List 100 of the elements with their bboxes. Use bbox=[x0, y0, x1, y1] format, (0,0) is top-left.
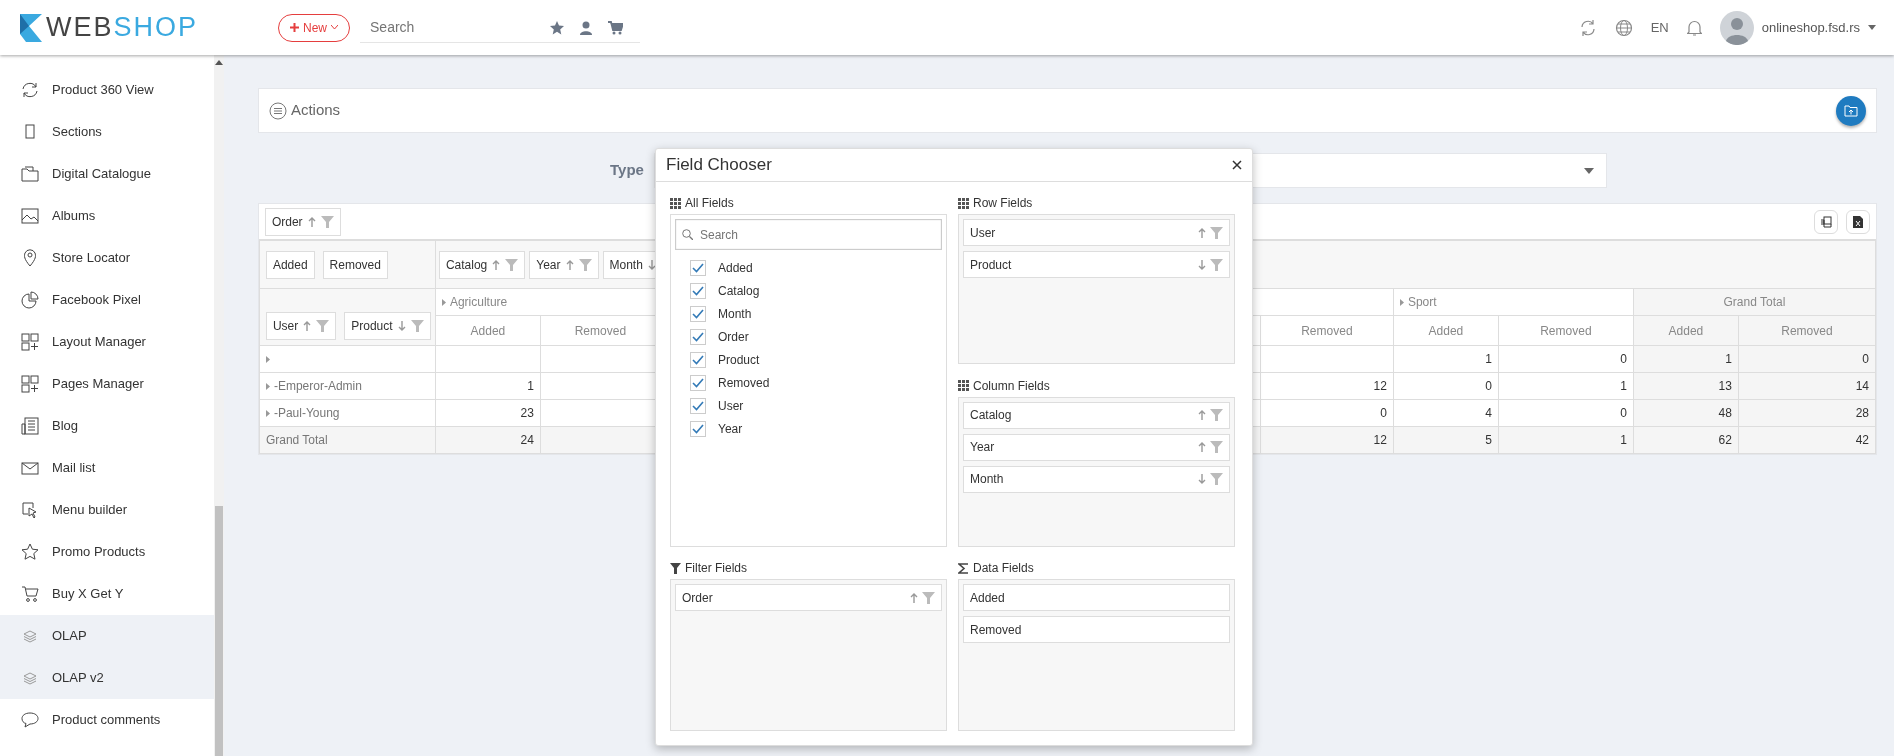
field-chip[interactable]: Product bbox=[344, 312, 431, 340]
sort-up-arrow-icon[interactable] bbox=[565, 258, 574, 271]
sort-down-arrow-icon[interactable] bbox=[1198, 258, 1206, 271]
sidebar-item[interactable]: Digital Catalogue bbox=[0, 153, 214, 195]
field-item[interactable]: Month bbox=[963, 465, 1230, 493]
sidebar-item[interactable]: Menu builder bbox=[0, 489, 214, 531]
filter-icon[interactable] bbox=[578, 258, 592, 271]
field-chip[interactable]: Added bbox=[265, 250, 315, 279]
field-item[interactable]: Year bbox=[963, 433, 1230, 461]
sidebar-item[interactable]: OLAP v2 bbox=[0, 657, 214, 699]
filter-icon[interactable] bbox=[1210, 441, 1223, 453]
sort-down-arrow-icon[interactable] bbox=[647, 258, 656, 271]
table-cell: 42 bbox=[1855, 433, 1869, 447]
field-chip[interactable]: Year bbox=[529, 250, 599, 279]
scrollbar[interactable] bbox=[213, 55, 224, 756]
sidebar-item[interactable]: Product 360 View bbox=[0, 69, 214, 111]
checkbox[interactable] bbox=[690, 420, 706, 437]
sidebar-item[interactable]: Facebook Pixel bbox=[0, 279, 214, 321]
sort-up-arrow-icon[interactable] bbox=[492, 258, 501, 271]
speech-bubble-icon bbox=[20, 710, 40, 730]
filter-icon[interactable] bbox=[505, 258, 519, 271]
refresh-icon[interactable] bbox=[1578, 18, 1597, 37]
excel-export-button[interactable] bbox=[1846, 209, 1870, 234]
expand-triangle-icon[interactable] bbox=[441, 298, 446, 306]
sort-up-arrow-icon[interactable] bbox=[307, 215, 316, 228]
expand-triangle-icon[interactable] bbox=[1399, 298, 1404, 306]
sidebar-item[interactable]: Buy X Get Y bbox=[0, 573, 214, 615]
sort-up-arrow-icon[interactable] bbox=[303, 320, 312, 332]
logo-text[interactable]: WEBSHOP bbox=[46, 7, 199, 48]
close-icon[interactable] bbox=[1232, 160, 1242, 170]
sidebar-item[interactable]: OLAP bbox=[0, 615, 214, 657]
sidebar-item[interactable]: Layout Manager bbox=[0, 321, 214, 363]
sort-down-arrow-icon[interactable] bbox=[1198, 473, 1206, 485]
filter-icon[interactable] bbox=[922, 591, 935, 604]
expand-triangle-icon[interactable] bbox=[265, 382, 270, 390]
field-chooser-button[interactable] bbox=[1814, 209, 1838, 234]
check-icon bbox=[692, 285, 704, 296]
checkbox[interactable] bbox=[690, 259, 706, 276]
checkbox[interactable] bbox=[690, 328, 706, 345]
folder-upload-icon bbox=[1844, 104, 1858, 117]
check-icon bbox=[692, 331, 704, 342]
field-label: Year bbox=[718, 420, 743, 438]
row-header: -Emperor-Admin bbox=[273, 378, 362, 396]
checkbox[interactable] bbox=[690, 374, 706, 391]
checkbox[interactable] bbox=[690, 351, 706, 368]
field-item[interactable]: Removed bbox=[963, 616, 1230, 643]
sidebar-item[interactable]: Sections bbox=[0, 111, 214, 153]
sort-up-arrow-icon[interactable] bbox=[1198, 441, 1206, 453]
field-chip[interactable]: Order bbox=[264, 207, 341, 236]
image-icon bbox=[20, 206, 40, 226]
filter-icon[interactable] bbox=[316, 320, 330, 332]
field-item[interactable]: Catalog bbox=[963, 401, 1230, 429]
checkbox[interactable] bbox=[690, 305, 706, 322]
filter-icon[interactable] bbox=[410, 320, 424, 332]
new-button[interactable]: New bbox=[278, 13, 350, 42]
filter-icon[interactable] bbox=[1210, 409, 1223, 421]
filter-icon[interactable] bbox=[320, 215, 334, 228]
section-title: Data Fields bbox=[973, 560, 1034, 577]
checkbox[interactable] bbox=[690, 282, 706, 299]
field-item[interactable]: Added bbox=[963, 584, 1230, 611]
field-chip[interactable]: User bbox=[265, 312, 337, 340]
star-icon bbox=[20, 542, 40, 562]
field-item[interactable]: User bbox=[963, 219, 1230, 246]
column-header: Added bbox=[470, 323, 506, 338]
upload-button[interactable] bbox=[1836, 95, 1866, 126]
language-selector[interactable]: EN bbox=[1650, 17, 1669, 38]
sidebar-item[interactable]: Store Locator bbox=[0, 237, 214, 279]
field-chip[interactable]: Removed bbox=[322, 250, 388, 279]
search-field[interactable]: Search bbox=[675, 219, 942, 250]
section-title: Filter Fields bbox=[685, 560, 747, 577]
caret-icon[interactable] bbox=[1868, 25, 1876, 30]
field-chip[interactable]: Catalog bbox=[438, 250, 526, 279]
sidebar-item[interactable]: Promo Products bbox=[0, 531, 214, 573]
account-name[interactable]: onlineshop.fsd.rs bbox=[1761, 17, 1860, 38]
field-item[interactable]: Order bbox=[675, 584, 942, 611]
sort-up-arrow-icon[interactable] bbox=[1198, 226, 1206, 239]
caret-icon bbox=[331, 25, 338, 30]
actions-title: Actions bbox=[290, 100, 341, 121]
sort-up-arrow-icon[interactable] bbox=[1198, 409, 1206, 421]
globe-icon[interactable] bbox=[1614, 18, 1633, 37]
sidebar-item[interactable]: Albums bbox=[0, 195, 214, 237]
avatar-icon[interactable] bbox=[1719, 10, 1754, 45]
expand-triangle-icon[interactable] bbox=[265, 356, 270, 363]
sidebar-item[interactable]: Blog bbox=[0, 405, 214, 447]
field-item[interactable]: Product bbox=[963, 251, 1230, 278]
table-cell: 4 bbox=[1485, 406, 1492, 420]
sidebar-item[interactable]: Product comments bbox=[0, 699, 214, 741]
sidebar-item[interactable]: Pages Manager bbox=[0, 363, 214, 405]
sidebar-item[interactable]: Mail list bbox=[0, 447, 214, 489]
table-cell: 1 bbox=[527, 379, 534, 393]
filter-icon[interactable] bbox=[1210, 473, 1223, 485]
bell-icon[interactable] bbox=[1686, 19, 1702, 36]
filter-icon[interactable] bbox=[1210, 258, 1223, 271]
column-header: Grand Total bbox=[1723, 294, 1786, 311]
sort-down-arrow-icon[interactable] bbox=[397, 320, 406, 332]
sort-up-arrow-icon[interactable] bbox=[910, 591, 918, 604]
plus-icon bbox=[290, 23, 299, 32]
expand-triangle-icon[interactable] bbox=[265, 409, 270, 417]
table-cell: 1 bbox=[1620, 433, 1627, 447]
checkbox[interactable] bbox=[690, 397, 706, 414]
